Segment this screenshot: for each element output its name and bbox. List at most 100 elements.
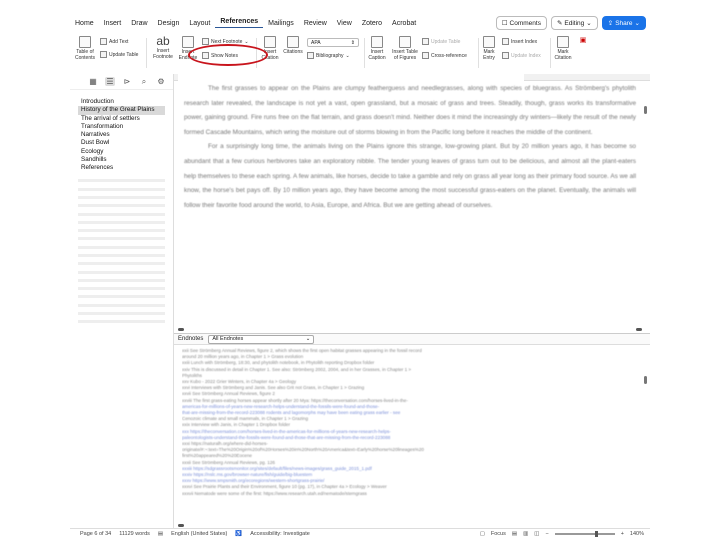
word-count[interactable]: 11129 words: [119, 531, 150, 537]
settings-icon[interactable]: ⚙: [156, 77, 166, 86]
endnotes-scrollbar[interactable]: [644, 376, 647, 384]
tab-view[interactable]: View: [332, 20, 357, 27]
status-bar: Page 6 of 34 11129 words ▤ English (Unit…: [70, 528, 650, 538]
insert-footnote-button[interactable]: ab Insert Footnote: [150, 34, 176, 60]
update-index-icon: [502, 52, 509, 59]
web-layout-icon[interactable]: ◫: [534, 531, 539, 537]
chevron-down-icon: ⌄: [634, 20, 640, 27]
insert-table-of-figures-button[interactable]: Insert Table of Figures: [390, 36, 420, 61]
tab-review[interactable]: Review: [299, 20, 332, 27]
share-button[interactable]: ⇪ Share ⌄: [601, 16, 646, 30]
tab-mailings[interactable]: Mailings: [263, 20, 299, 27]
ribbon-tabs: Home Insert Draw Design Layout Reference…: [70, 12, 650, 34]
navigation-toolbar: ▦ ☰ ⊳ ⌕ ⚙: [70, 74, 173, 90]
nav-item-ecology[interactable]: Ecology: [70, 148, 173, 156]
zoom-in-icon[interactable]: +: [621, 531, 624, 537]
citation-icon: [264, 36, 276, 48]
document-hscroll-end[interactable]: [636, 328, 642, 331]
zoom-slider[interactable]: [554, 530, 615, 537]
comment-icon: ☐: [501, 20, 508, 27]
add-text-icon: [100, 38, 107, 45]
document-page[interactable]: The first grasses to appear on the Plain…: [176, 82, 646, 327]
mark-citation-button[interactable]: Mark Citation: [552, 36, 574, 61]
cross-reference-icon: [422, 52, 429, 59]
update-table-of-figures-button[interactable]: Update Table: [422, 38, 460, 45]
caption-icon: [371, 36, 383, 48]
tab-zotero[interactable]: Zotero: [357, 20, 387, 27]
body-paragraph[interactable]: For a surprisingly long time, the animal…: [176, 140, 646, 213]
nav-placeholder-lines: [70, 177, 173, 326]
chevron-down-icon: ⌄: [305, 336, 311, 342]
table-of-contents-button[interactable]: Table of Contents: [72, 36, 98, 61]
mark-entry-icon: [483, 36, 495, 48]
accessibility-icon: ♿: [235, 530, 243, 537]
red-highlight-circle: [188, 44, 268, 66]
tab-references[interactable]: References: [215, 18, 264, 28]
document-scrollbar[interactable]: [644, 106, 647, 114]
insert-index-button[interactable]: Insert Index: [502, 38, 537, 45]
word-window: Home Insert Draw Design Layout Reference…: [70, 12, 650, 538]
accessibility-status[interactable]: Accessibility: Investigate: [250, 531, 310, 537]
page-count[interactable]: Page 6 of 34: [80, 531, 111, 537]
nav-item-settlers[interactable]: The arrival of settlers: [70, 115, 173, 123]
nav-item-narratives[interactable]: Narratives: [70, 131, 173, 139]
navigation-pane: ▦ ☰ ⊳ ⌕ ⚙ Introduction History of the Gr…: [70, 74, 174, 534]
search-icon[interactable]: ⌕: [139, 77, 149, 87]
tab-layout[interactable]: Layout: [184, 20, 215, 27]
language-status[interactable]: English (United States): [171, 531, 227, 537]
endnote-line[interactable]: xxxvii Nematode were some of the first: …: [182, 491, 642, 497]
share-icon: ⇪: [607, 20, 614, 27]
chevron-down-icon: ⌄: [345, 52, 350, 59]
thumbnails-icon[interactable]: ▦: [88, 77, 98, 86]
next-footnote-icon: [202, 38, 209, 45]
zoom-level[interactable]: 140%: [630, 531, 644, 537]
headings-list-icon[interactable]: ☰: [105, 77, 115, 86]
editing-button[interactable]: ✎ Editing ⌄: [550, 16, 598, 30]
mark-citation-icon: [557, 36, 569, 48]
tab-insert[interactable]: Insert: [99, 20, 127, 27]
chevron-down-icon: ⌄: [244, 38, 249, 45]
citations-button[interactable]: Citations: [282, 36, 304, 55]
citations-icon: [287, 36, 299, 48]
nav-item-transformation[interactable]: Transformation: [70, 123, 173, 131]
endnotes-label: Endnotes: [178, 336, 204, 342]
comments-button[interactable]: ☐ Comments: [495, 16, 547, 30]
nav-item-introduction[interactable]: Introduction: [70, 98, 173, 106]
endnote-icon: [182, 36, 194, 48]
nav-item-references[interactable]: References: [70, 164, 173, 172]
update-table-icon: [100, 51, 107, 58]
tab-draw[interactable]: Draw: [126, 20, 152, 27]
update-table-button[interactable]: Update Table: [100, 51, 138, 58]
citation-style-select[interactable]: APA ⇕: [307, 38, 359, 47]
document-hscroll-thumb[interactable]: [178, 328, 184, 331]
zoom-out-icon[interactable]: −: [545, 531, 548, 537]
nav-item-history[interactable]: History of the Great Plains: [78, 106, 165, 115]
endnotes-toolbar: Endnotes All Endnotes ⌄: [174, 333, 650, 345]
proofing-icon[interactable]: ▤: [158, 531, 163, 537]
update-index-button[interactable]: Update Index: [502, 52, 541, 59]
bibliography-button[interactable]: Bibliography ⌄: [307, 52, 350, 59]
cross-reference-button[interactable]: Cross-reference: [422, 52, 467, 59]
endnotes-list[interactable]: xxii See Strömberg Annual Reviews, figur…: [182, 348, 642, 530]
nav-item-sandhills[interactable]: Sandhills: [70, 156, 173, 164]
insert-caption-button[interactable]: Insert Caption: [366, 36, 388, 61]
mark-entry-button[interactable]: Mark Entry: [480, 36, 498, 61]
print-layout-icon[interactable]: ▥: [523, 531, 528, 537]
nav-item-dust-bowl[interactable]: Dust Bowl: [70, 139, 173, 147]
horizontal-ruler[interactable]: [174, 74, 650, 81]
endnotes-hscroll-thumb[interactable]: [178, 524, 184, 527]
bibliography-icon: [307, 52, 314, 59]
endnotes-filter-select[interactable]: All Endnotes ⌄: [208, 334, 315, 344]
acrobat-pdf-icon[interactable]: ▣: [578, 37, 588, 44]
pencil-icon: ✎: [556, 20, 563, 27]
tab-design[interactable]: Design: [153, 20, 185, 27]
tab-acrobat[interactable]: Acrobat: [387, 20, 421, 27]
focus-icon[interactable]: ▢: [480, 531, 485, 537]
view-icon[interactable]: ▤: [512, 531, 517, 537]
focus-button[interactable]: Focus: [491, 531, 506, 537]
body-paragraph[interactable]: The first grasses to appear on the Plain…: [176, 82, 646, 140]
toc-icon: [79, 36, 91, 48]
add-text-button[interactable]: Add Text: [100, 38, 128, 45]
tab-home[interactable]: Home: [70, 20, 99, 27]
bookmark-icon[interactable]: ⊳: [122, 77, 132, 86]
